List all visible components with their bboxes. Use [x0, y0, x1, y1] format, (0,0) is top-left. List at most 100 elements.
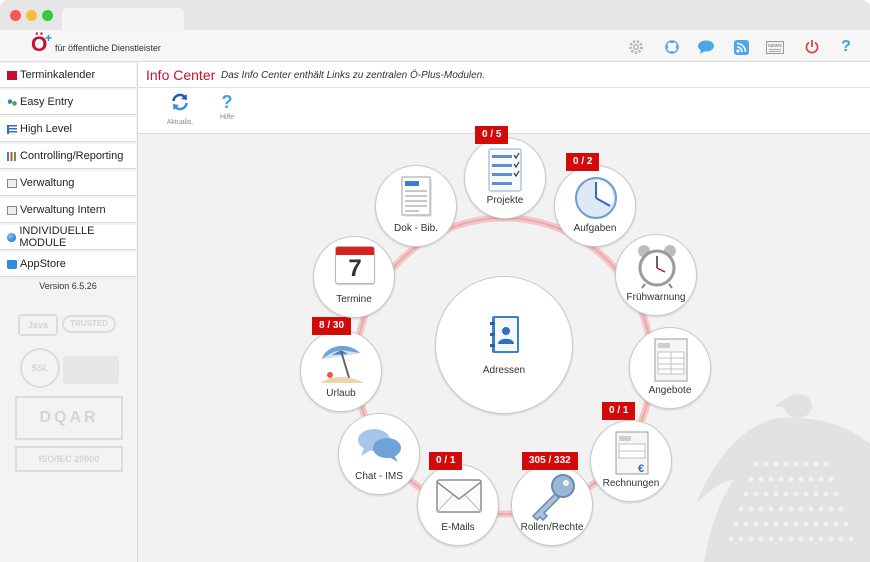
calendar-day: 7 — [348, 255, 362, 282]
sidebar-item-verwaltung[interactable]: Verwaltung — [0, 171, 136, 196]
sidebar-item-label: Terminkalender — [20, 69, 96, 81]
invoice-icon — [654, 338, 688, 382]
hub-center-label: Adressen — [482, 365, 526, 376]
ssl-text-badge — [63, 356, 119, 384]
clipboard-icon — [7, 178, 17, 188]
browser-tab[interactable] — [62, 8, 184, 30]
page-subtitle: Das Info Center enthält Links zu zentral… — [221, 70, 486, 81]
hub-node-dok-bib[interactable]: Dok - Bib. — [375, 165, 457, 247]
calendar-icon — [7, 70, 17, 80]
bar-chart-icon — [7, 151, 17, 161]
sidebar-item-label: AppStore — [20, 258, 66, 270]
people-icon — [7, 97, 17, 107]
iso-badge: ISO/IEC 20000 — [15, 446, 123, 472]
trusted-badge: TRUSTED — [62, 315, 116, 333]
hub-node-aufgaben[interactable]: Aufgaben — [554, 165, 636, 247]
hub-node-rechnungen[interactable]: € Rechnungen — [590, 420, 672, 502]
maximize-window-button[interactable] — [42, 10, 53, 21]
help-button[interactable]: ? Hilfe — [207, 92, 247, 121]
eagle-watermark — [696, 394, 870, 562]
sidebar-item-appstore[interactable]: AppStore — [0, 252, 136, 277]
logo-plus-icon: + — [45, 31, 53, 45]
hub-node-chat-ims[interactable]: Chat - IMS — [338, 413, 420, 495]
hub-center-adressen[interactable]: Adressen — [435, 276, 573, 414]
sidebar-item-individuelle-module[interactable]: INDIVIDUELLE MODULE — [0, 225, 136, 250]
beach-umbrella-icon — [320, 345, 364, 383]
refresh-button[interactable]: Aktualis. — [160, 92, 200, 126]
sidebar-item-label: INDIVIDUELLE MODULE — [19, 225, 95, 249]
hub-node-urlaub[interactable]: Urlaub — [300, 330, 382, 412]
java-badge: Java — [18, 314, 58, 336]
count-badge-rollen-rechte: 305 / 332 — [522, 452, 578, 470]
dqar-badge: DQAR — [15, 396, 123, 440]
alarm-clock-icon — [638, 245, 676, 289]
sidebar-item-label: Easy Entry — [20, 96, 74, 108]
sidebar-item-label: Verwaltung Intern — [20, 204, 106, 216]
hub-node-rollen-rechte[interactable]: Rollen/Rechte — [511, 464, 593, 546]
hub-node-projekte[interactable]: Projekte — [464, 137, 546, 219]
hub-node-label: Rollen/Rechte — [520, 522, 584, 533]
app-header: Ö + für öffentliche Dienstleister NEWS ? — [0, 30, 870, 62]
chat-icon — [358, 429, 401, 462]
hub-node-termine[interactable]: 7 Termine — [313, 236, 395, 318]
envelope-icon — [436, 479, 482, 513]
euro-invoice-icon: € — [615, 431, 649, 475]
sidebar-item-label: Verwaltung — [20, 177, 75, 189]
hub-node-e-mails[interactable]: E-Mails — [417, 464, 499, 546]
globe-icon — [7, 232, 17, 242]
tagline: für öffentliche Dienstleister — [55, 43, 161, 53]
sidebar-item-high-level[interactable]: High Level — [0, 117, 136, 142]
svg-text:€: € — [638, 463, 644, 475]
sidebar-item-label: High Level — [20, 123, 72, 135]
sidebar-item-controlling-reporting[interactable]: Controlling/Reporting — [0, 144, 136, 169]
sidebar-item-label: Controlling/Reporting — [20, 150, 124, 162]
sidebar-item-terminkalender[interactable]: Terminkalender — [0, 63, 136, 88]
clock-icon — [575, 177, 617, 219]
refresh-label: Aktualis. — [166, 119, 194, 126]
hub-node-label: Dok - Bib. — [394, 223, 438, 234]
hub-node-label: E-Mails — [441, 522, 475, 533]
hub-node-label: Urlaub — [326, 388, 356, 399]
hub-node-label: Angebote — [648, 385, 692, 396]
svg-text:NEWS: NEWS — [768, 43, 782, 48]
hub-node-fruehwarnung[interactable]: Frühwarnung — [615, 234, 697, 316]
power-icon[interactable] — [803, 38, 821, 56]
checklist-icon — [488, 148, 522, 192]
gear-icon[interactable] — [627, 38, 645, 56]
move-icon[interactable] — [663, 38, 681, 56]
close-window-button[interactable] — [10, 10, 21, 21]
bag-icon — [7, 259, 17, 269]
news-icon[interactable]: NEWS — [766, 38, 784, 56]
hub-node-angebote[interactable]: Angebote — [629, 327, 711, 409]
help-icon[interactable]: ? — [837, 38, 855, 56]
main-content: Info Center Das Info Center enthält Link… — [138, 62, 870, 562]
chat-bubble-icon[interactable] — [697, 38, 715, 56]
hub-node-label: Projekte — [486, 195, 524, 206]
clipboard-icon — [7, 205, 17, 215]
refresh-icon — [172, 93, 188, 111]
calendar-7-icon: 7 — [335, 246, 375, 284]
sidebar-item-easy-entry[interactable]: Easy Entry — [0, 90, 136, 115]
page-header: Info Center Das Info Center enthält Link… — [138, 62, 870, 88]
hub-node-label: Frühwarnung — [626, 292, 686, 303]
count-badge-e-mails: 0 / 1 — [429, 452, 463, 470]
window-chrome — [0, 0, 870, 30]
hub-node-label: Rechnungen — [602, 478, 660, 489]
rss-icon[interactable] — [732, 38, 750, 56]
list-icon — [7, 124, 17, 134]
hub-node-label: Termine — [336, 294, 372, 305]
sidebar-item-verwaltung-intern[interactable]: Verwaltung Intern — [0, 198, 136, 223]
address-book-icon — [490, 316, 519, 353]
count-badge-urlaub: 8 / 30 — [312, 317, 352, 335]
sidebar: Terminkalender Easy Entry High Level Con… — [0, 62, 138, 562]
minimize-window-button[interactable] — [26, 10, 37, 21]
hub-node-label: Aufgaben — [573, 223, 617, 234]
ssl-badge: SSL — [20, 348, 60, 388]
count-badge-aufgaben: 0 / 2 — [566, 153, 600, 171]
version-label: Version 6.5.26 — [39, 281, 97, 291]
count-badge-projekte: 0 / 5 — [475, 126, 509, 144]
question-mark-icon: ? — [221, 92, 233, 112]
key-icon — [531, 474, 575, 522]
count-badge-rechnungen: 0 / 1 — [602, 402, 636, 420]
app-window: Ö + für öffentliche Dienstleister NEWS ?… — [0, 0, 870, 562]
